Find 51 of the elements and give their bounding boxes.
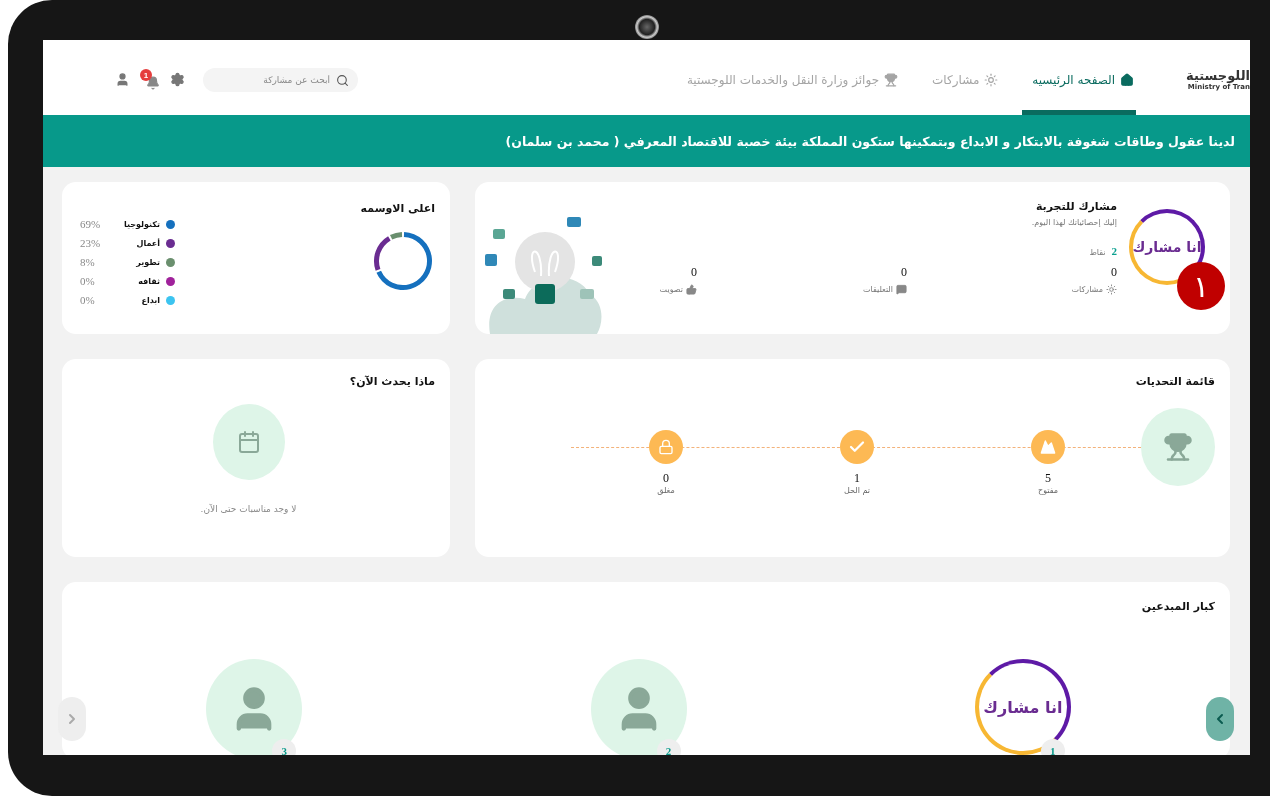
legend-percent: 69% <box>80 218 102 230</box>
challenge-status: مغلق <box>657 486 675 495</box>
participant-name: مشارك للتجربة <box>1034 200 1117 213</box>
quote-text: لدينا عقول وطاقات شغوفة بالابتكار و الابداع وبتمكينها ستكون المملكة بيئة خصبة للاقتصاد المعرفي ( محمد بن سلمان) <box>505 133 1235 149</box>
stat-label: تصويت <box>659 285 683 294</box>
legend-label: تطوير <box>135 257 160 267</box>
challenge-count: 1 <box>854 471 860 486</box>
stat-value: 0 <box>691 265 697 280</box>
legend-percent: 23% <box>80 237 102 249</box>
nav-tab[interactable]: جوائز وزارة النقل والخدمات اللوجستية <box>676 44 901 115</box>
rank-number: 3 <box>272 739 297 755</box>
challenge-count: 5 <box>1045 471 1051 486</box>
camera-icon <box>635 15 659 39</box>
stat-label: مشاركات <box>1071 285 1103 294</box>
sun-icon <box>1106 284 1117 295</box>
points-value: 2 <box>1111 245 1117 257</box>
legend-label: ثقافه <box>137 276 160 286</box>
trophy-icon <box>884 72 899 87</box>
card-title: قائمة التحديات <box>1134 375 1215 388</box>
legend-label: تكنولوجيا <box>123 219 160 229</box>
profile-subtitle: إليك إحصائياتك لهذا اليوم. <box>1030 218 1117 227</box>
user-button[interactable] <box>115 72 130 87</box>
legend-label: ابداع <box>140 295 160 305</box>
empty-message: لا وجد مناسبات حتى الآن. <box>200 504 297 514</box>
legend-percent: 0% <box>80 275 96 287</box>
nav-tab[interactable]: مشاركات <box>922 44 1001 115</box>
card-title: كبار المبدعين <box>1140 600 1215 613</box>
logo-title: اللوجستية <box>1186 68 1250 83</box>
search-icon <box>336 73 349 87</box>
lock-icon <box>658 439 674 455</box>
legend-percent: 8% <box>80 256 96 268</box>
mountain-icon <box>1040 439 1056 455</box>
card-title: ماذا يحدث الآن؟ <box>348 375 435 388</box>
home-icon <box>1120 72 1135 87</box>
challenge-status: تم الحل <box>844 486 870 495</box>
notification-count: 1 <box>140 69 152 81</box>
previous-button[interactable] <box>1206 697 1234 741</box>
stat-value: 0 <box>901 265 907 280</box>
stat-label: التعليقات <box>863 285 893 294</box>
challenge-count: 0 <box>663 471 669 486</box>
card-title: اعلى الاوسمه <box>360 202 435 215</box>
comment-icon <box>896 284 907 295</box>
sun-icon <box>984 72 999 87</box>
settings-button[interactable] <box>170 72 185 87</box>
challenge-status: مفتوح <box>1038 486 1059 495</box>
stat-value: 0 <box>1111 265 1117 280</box>
legend-label: أعمال <box>135 238 160 248</box>
thumbs-up-icon <box>686 284 697 295</box>
legend-percent: 0% <box>80 294 96 306</box>
points-label: نقاط <box>1089 248 1106 257</box>
notifications-button[interactable]: 1 <box>140 69 160 90</box>
